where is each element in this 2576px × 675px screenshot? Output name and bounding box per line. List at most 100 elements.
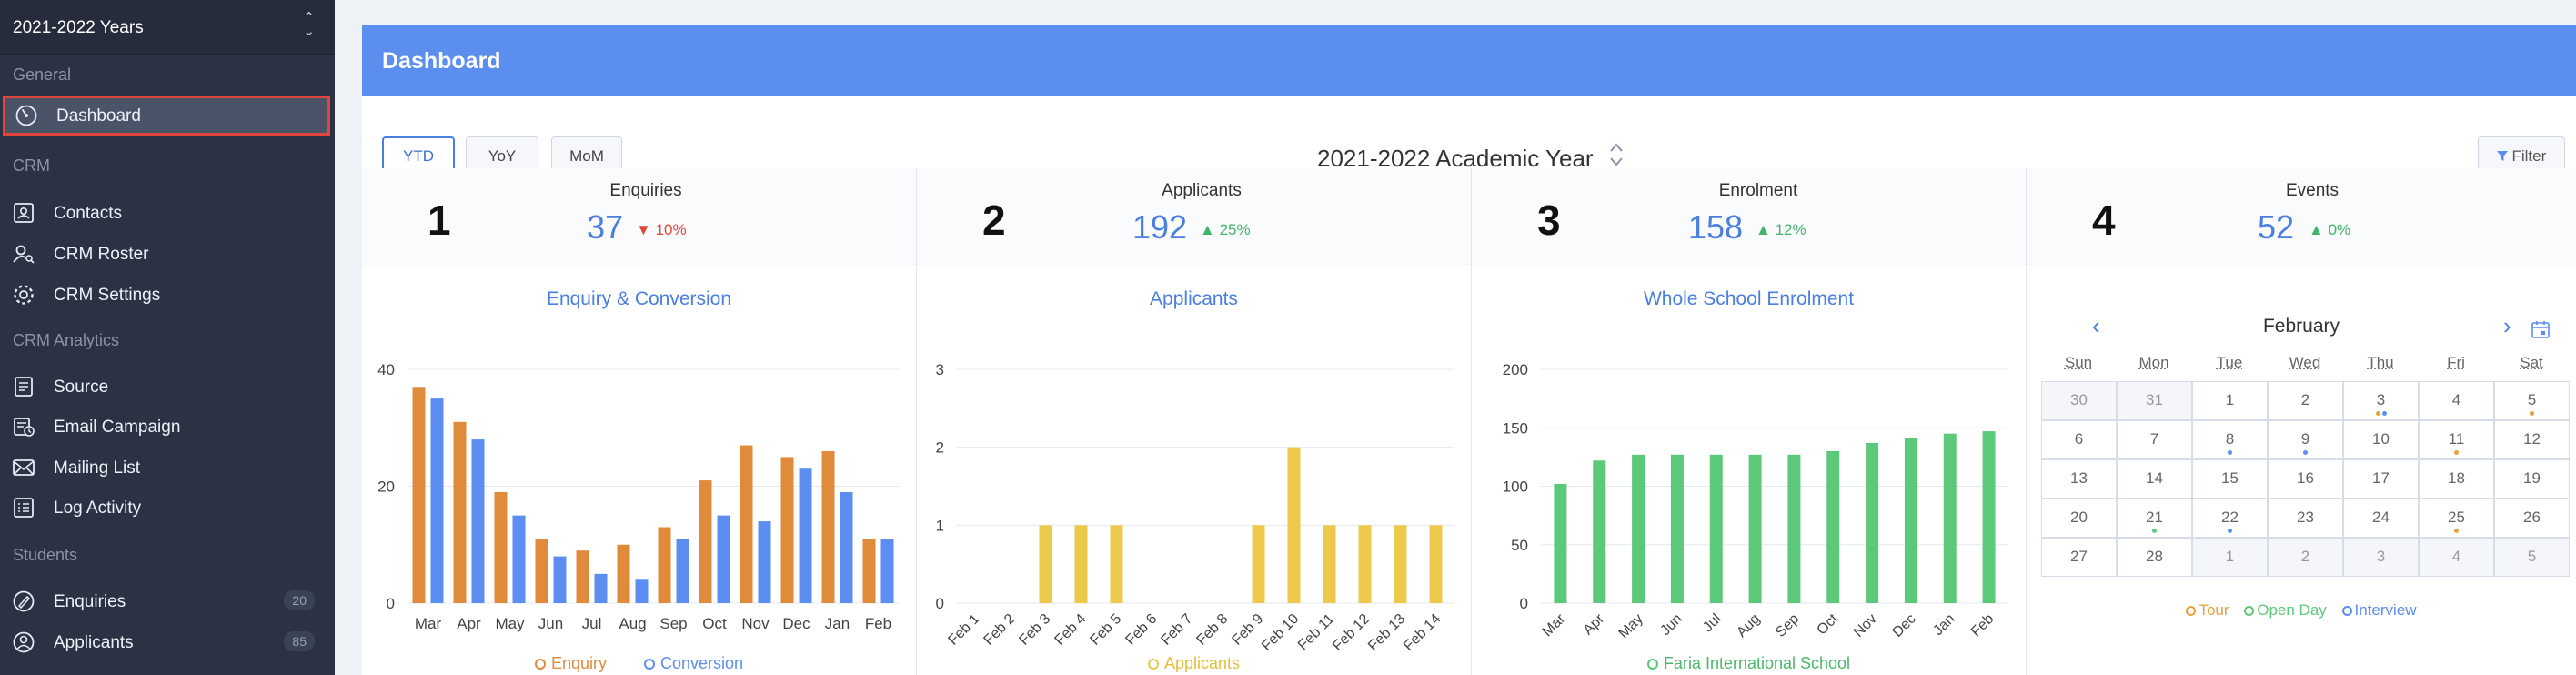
calendar-day[interactable]: 4 — [2419, 538, 2494, 577]
weekday-label: Tue — [2216, 354, 2243, 371]
event-dot-interview — [2228, 450, 2232, 455]
calendar-day[interactable]: 7 — [2117, 420, 2192, 459]
enquiries-icon — [13, 590, 35, 612]
calendar-day[interactable]: 5 — [2494, 538, 2570, 577]
x-tick-label: Feb 7 — [1158, 611, 1195, 649]
stat-value: 192 — [1132, 208, 1188, 246]
calendar-day[interactable]: 26 — [2494, 499, 2570, 538]
bar — [535, 539, 548, 603]
calendar-day[interactable]: 9 — [2268, 420, 2343, 459]
legend-dot-icon — [2341, 606, 2352, 616]
weekday-label: Thu — [2367, 354, 2394, 371]
calendar-icon[interactable] — [2531, 319, 2551, 339]
up-down-chevron-icon[interactable] — [1608, 138, 1625, 171]
calendar-day[interactable]: 4 — [2419, 381, 2494, 420]
dashboard-gauge-icon — [15, 105, 37, 126]
bar — [1826, 450, 1840, 603]
sidebar-item-label: Contacts — [54, 204, 122, 223]
sidebar-item-contacts[interactable]: Contacts — [0, 193, 335, 233]
calendar-day[interactable]: 23 — [2268, 499, 2343, 538]
legend-label: Interview — [2354, 601, 2417, 619]
calendar-day[interactable]: 1 — [2192, 538, 2268, 577]
calendar-day[interactable]: 12 — [2494, 420, 2570, 459]
legend-item-applicants[interactable]: Applicants — [1147, 654, 1240, 673]
calendar-day[interactable]: 25 — [2419, 499, 2494, 538]
calendar-day[interactable]: 13 — [2041, 459, 2117, 499]
sidebar-item-mailing-list[interactable]: Mailing List — [0, 448, 335, 488]
stat-card-enquiries[interactable]: 1 Enquiries 37 ▼ 10% — [362, 168, 917, 266]
stat-card-applicants[interactable]: 2 Applicants 192 ▲ 25% — [917, 168, 1472, 266]
calendar-day[interactable]: 3 — [2343, 381, 2419, 420]
calendar-day-number: 26 — [2523, 509, 2541, 526]
bar — [512, 515, 526, 603]
calendar-day[interactable]: 21 — [2117, 499, 2192, 538]
calendar-day[interactable]: 2 — [2268, 381, 2343, 420]
calendar-day-number: 25 — [2448, 509, 2465, 526]
calendar-day[interactable]: 31 — [2117, 381, 2192, 420]
stat-number: 3 — [1537, 196, 1561, 244]
legend-dot-icon — [534, 659, 546, 670]
x-tick-label: Apr — [457, 615, 481, 632]
calendar-day[interactable]: 5 — [2494, 381, 2570, 420]
legend-item-conversion[interactable]: Conversion — [644, 654, 743, 673]
x-tick-label: Feb 4 — [1052, 611, 1089, 649]
legend-item-school[interactable]: Faria International School — [1646, 654, 1850, 673]
x-tick-label: Apr — [1580, 610, 1607, 638]
weekday-label: Mon — [2138, 354, 2169, 371]
bar — [799, 468, 812, 603]
x-tick-label: Feb 2 — [981, 611, 1018, 649]
x-tick-label: Feb — [1968, 611, 1997, 640]
sidebar-item-dashboard[interactable]: Dashboard — [3, 96, 330, 136]
sidebar-item-source[interactable]: Source — [0, 367, 335, 407]
calendar-day[interactable]: 24 — [2343, 499, 2419, 538]
calendar-day[interactable]: 10 — [2343, 420, 2419, 459]
chevron-right-icon[interactable]: › — [2503, 312, 2511, 340]
calendar-day[interactable]: 22 — [2192, 499, 2268, 538]
stat-card-enrolment[interactable]: 3 Enrolment 158 ▲ 12% — [1472, 168, 2027, 266]
calendar-day[interactable]: 20 — [2041, 499, 2117, 538]
calendar-day[interactable]: 3 — [2343, 538, 2419, 577]
bar — [471, 439, 485, 603]
calendar-day[interactable]: 15 — [2192, 459, 2268, 499]
calendar-day[interactable]: 6 — [2041, 420, 2117, 459]
calendar-day[interactable]: 30 — [2041, 381, 2117, 420]
stat-value: 52 — [2258, 208, 2295, 246]
legend-item-interview[interactable]: Interview — [2341, 601, 2417, 620]
calendar-day-number: 24 — [2372, 509, 2390, 526]
sidebar-item-email-campaign[interactable]: Email Campaign — [0, 407, 335, 447]
y-tick-label: 3 — [936, 361, 944, 378]
stat-delta-value: 0% — [2328, 221, 2351, 238]
event-dot-tour — [2375, 411, 2380, 416]
calendar-day[interactable]: 17 — [2343, 459, 2419, 499]
calendar-day-number: 9 — [2300, 430, 2310, 448]
calendar-day[interactable]: 19 — [2494, 459, 2570, 499]
legend-item-enquiry[interactable]: Enquiry — [534, 654, 607, 673]
calendar-day[interactable]: 8 — [2192, 420, 2268, 459]
calendar-day[interactable]: 18 — [2419, 459, 2494, 499]
legend-item-tour[interactable]: Tour — [2186, 601, 2229, 620]
y-tick-label: 150 — [1503, 419, 1528, 437]
calendar-day[interactable]: 14 — [2117, 459, 2192, 499]
calendar-day[interactable]: 28 — [2117, 538, 2192, 577]
legend-label: Tour — [2199, 601, 2229, 619]
calendar-day[interactable]: 1 — [2192, 381, 2268, 420]
calendar-day[interactable]: 11 — [2419, 420, 2494, 459]
section-label-students: Students — [13, 546, 78, 564]
stat-card-events[interactable]: 4 Events 52 ▲ 0% — [2027, 168, 2576, 266]
legend-dot-icon — [2244, 606, 2255, 616]
sidebar-item-log-activity[interactable]: Log Activity — [0, 488, 335, 528]
legend-item-open-day[interactable]: Open Day — [2244, 601, 2327, 620]
sidebar-item-crm-settings[interactable]: CRM Settings — [0, 275, 335, 315]
section-label-general: General — [13, 65, 72, 84]
sidebar-item-crm-roster[interactable]: CRM Roster — [0, 234, 335, 274]
stat-number: 4 — [2092, 196, 2116, 244]
calendar-day[interactable]: 2 — [2268, 538, 2343, 577]
bar — [880, 539, 894, 603]
calendar-day[interactable]: 27 — [2041, 538, 2117, 577]
x-tick-label: Nov — [741, 615, 770, 632]
calendar-day[interactable]: 16 — [2268, 459, 2343, 499]
year-selector[interactable]: 2021-2022 Years ⌃ ⌄ — [0, 0, 335, 55]
sidebar-item-applicants[interactable]: Applicants 85 — [0, 622, 335, 662]
sidebar-item-enquiries[interactable]: Enquiries 20 — [0, 581, 335, 621]
calendar-day-number: 4 — [2451, 548, 2461, 565]
